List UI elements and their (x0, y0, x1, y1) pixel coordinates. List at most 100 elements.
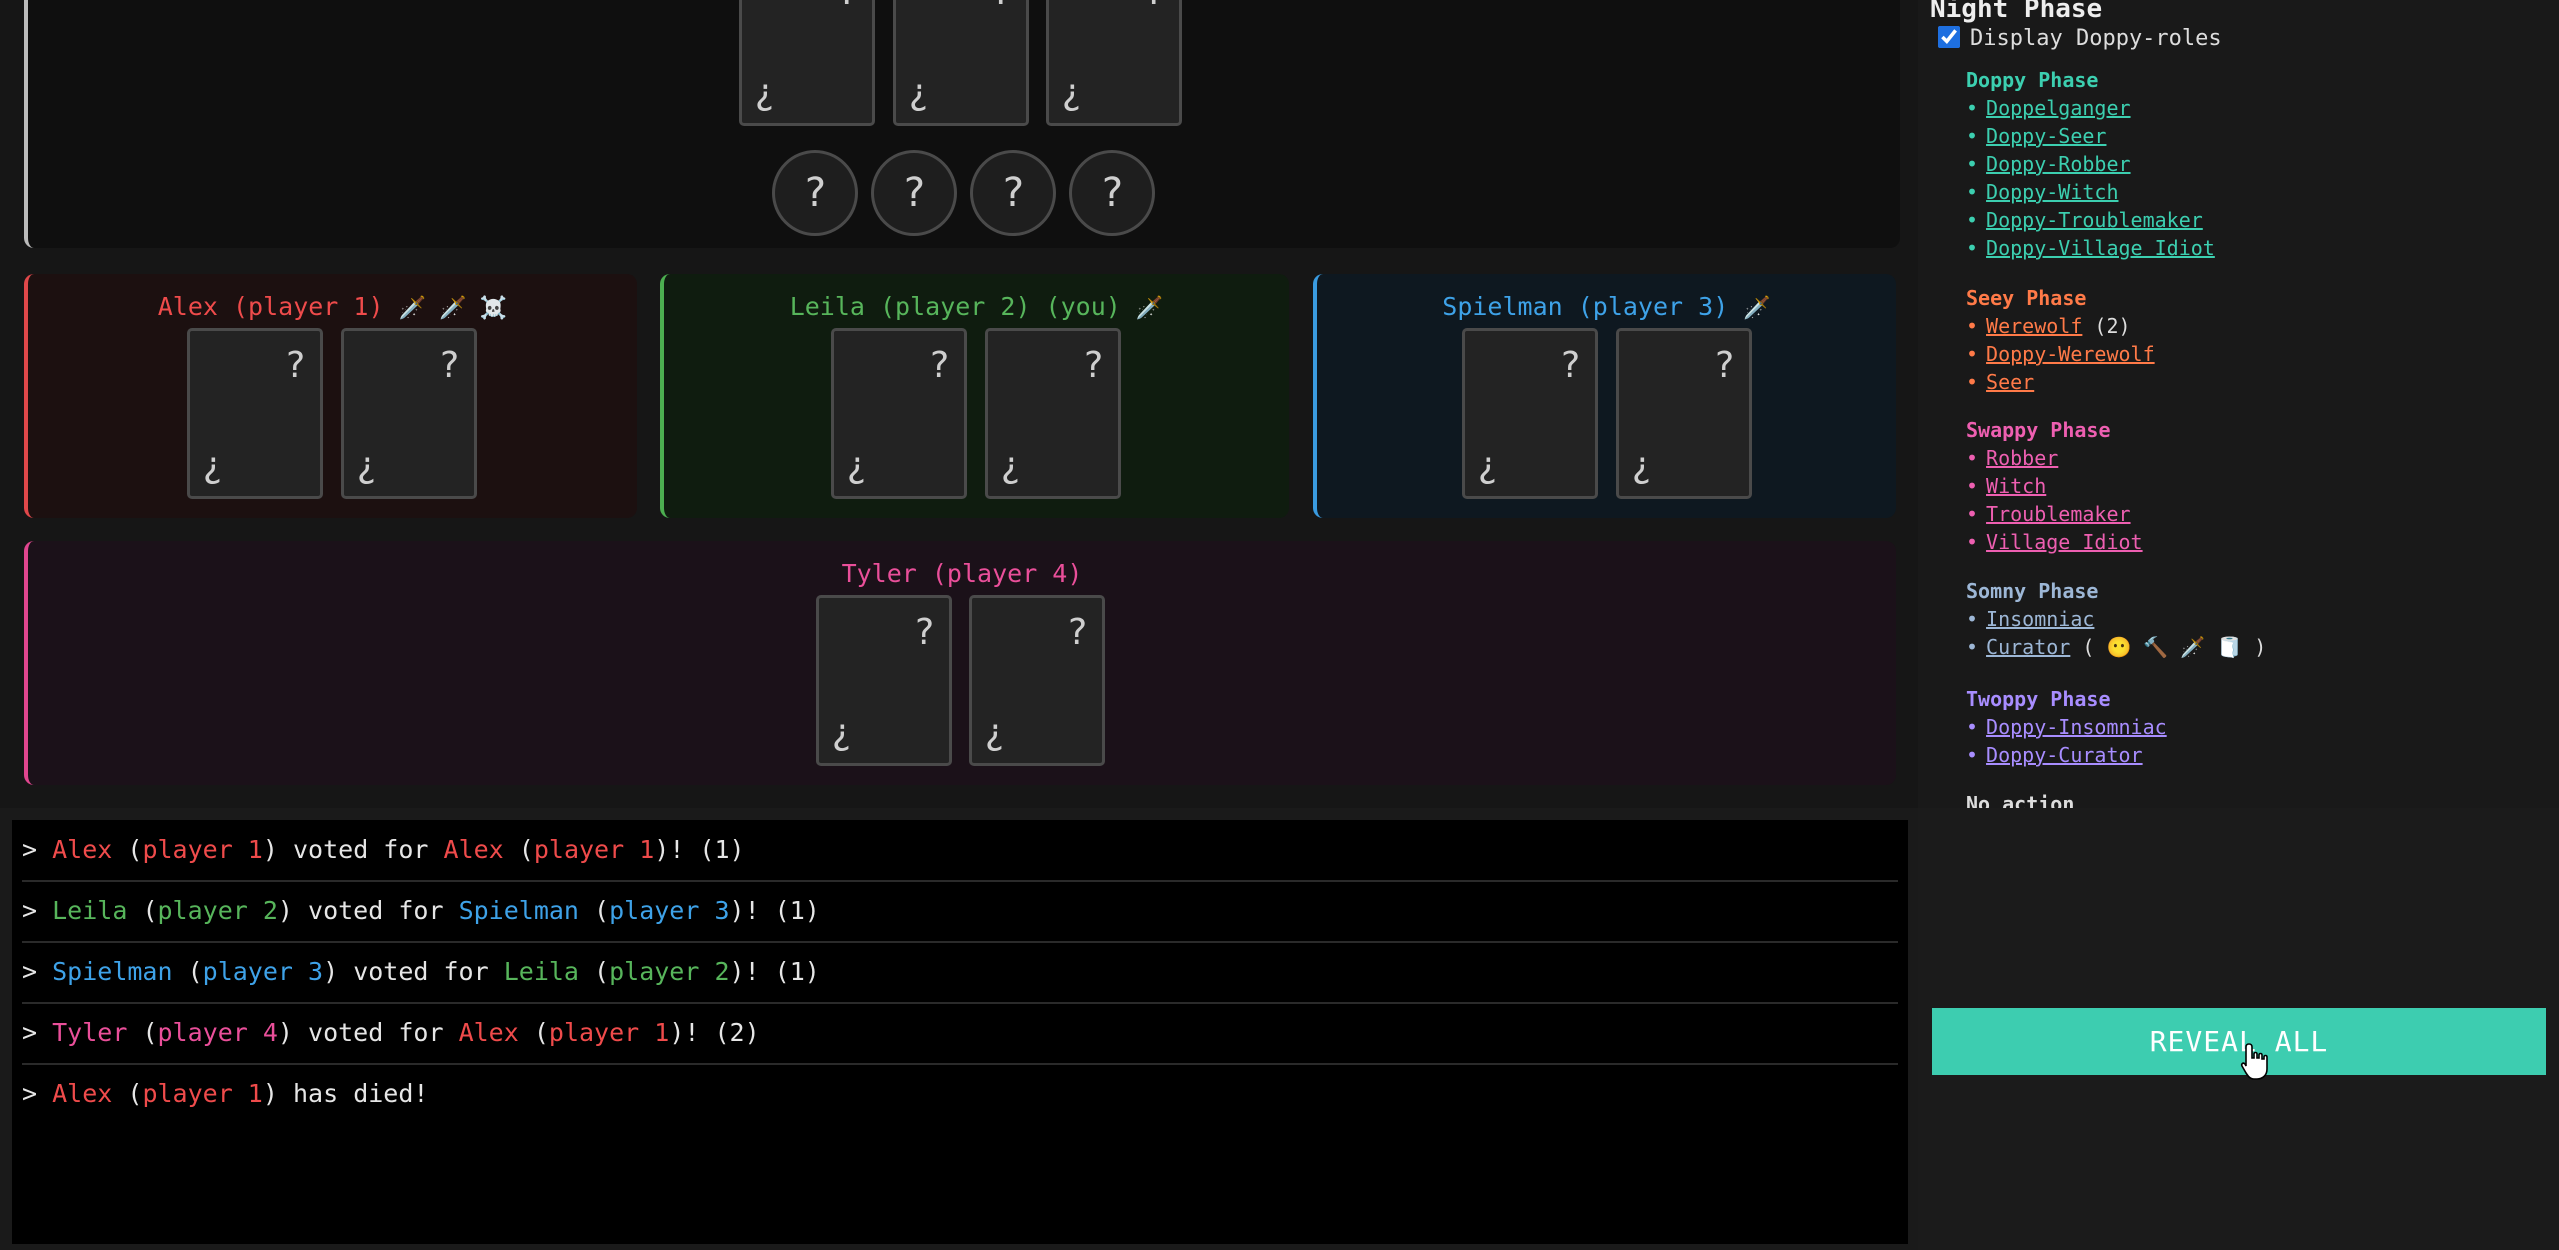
log-vote-count: (1) (774, 957, 820, 986)
role-link-insomniac[interactable]: Insomniac (1986, 607, 2094, 631)
night-phase-title: Night Phase (1930, 0, 2103, 24)
role-link-doppy-werewolf[interactable]: Doppy-Werewolf (1986, 342, 2155, 366)
log-target-player: player 3 (609, 896, 730, 925)
player-name: Spielman (player 3) (1442, 292, 1729, 321)
phase-somny: Somny Phase • Insomniac • Curator ( 😶 🔨 🗡️… (1966, 579, 2267, 659)
player-badges: 🗡️ 🗡️ ☠️ (398, 296, 508, 321)
player-name: Alex (player 1) (157, 292, 384, 321)
player-name: Tyler (player 4) (841, 559, 1083, 588)
player-panel-tyler: Tyler (player 4) ? ¿ ? ¿ (24, 541, 1896, 785)
log-target-name: Spielman (458, 896, 579, 925)
center-token-3[interactable]: ? (970, 150, 1056, 236)
player-card-2[interactable]: ? ¿ (1616, 328, 1752, 499)
player-card-1[interactable]: ? ¿ (831, 328, 967, 499)
player-badges: 🗡️ (1743, 296, 1771, 321)
game-board: ? ¿ ? ¿ ? ¿ ? ? ? ? Alex (player 1) 🗡️ 🗡… (0, 0, 1918, 808)
center-token-4[interactable]: ? (1069, 150, 1155, 236)
card-unknown-mark: ? (1143, 0, 1165, 13)
card-unknown-mark-inverted: ¿ (1000, 445, 1022, 486)
log-dead-name: Alex (52, 1079, 113, 1108)
role-link-doppy-curator[interactable]: Doppy-Curator (1986, 743, 2143, 767)
card-unknown-mark: ? (438, 345, 460, 386)
log-verb: voted for (308, 896, 444, 925)
role-link-troublemaker[interactable]: Troublemaker (1986, 502, 2131, 526)
log-voter-name: Alex (52, 835, 113, 864)
log-target-name: Alex (458, 1018, 519, 1047)
card-unknown-mark: ? (1713, 345, 1735, 386)
log-line-vote: > Alex (player 1) voted for Alex (player… (22, 820, 1898, 882)
role-link-doppy-village-idiot[interactable]: Doppy-Village Idiot (1986, 236, 2215, 260)
player-card-1[interactable]: ? ¿ (1462, 328, 1598, 499)
log-verb: voted for (292, 835, 429, 864)
log-voter-player: player 1 (142, 835, 263, 864)
role-link-doppy-troublemaker[interactable]: Doppy-Troublemaker (1986, 208, 2203, 232)
role-link-witch[interactable]: Witch (1986, 474, 2046, 498)
player-panel-leila: Leila (player 2) (you) 🗡️ ? ¿ ? ¿ (660, 274, 1289, 518)
card-unknown-mark-inverted: ¿ (754, 72, 776, 113)
card-unknown-mark: ? (1559, 345, 1581, 386)
role-link-doppy-insomniac[interactable]: Doppy-Insomniac (1986, 715, 2167, 739)
log-prompt: > (22, 957, 38, 986)
phase-swappy: Swappy Phase • Robber • Witch • Troublemake… (1966, 418, 2143, 554)
phase-doppy: Doppy Phase • Doppelganger • Doppy-Seer • D… (1966, 68, 2215, 260)
player-card-1[interactable]: ? ¿ (187, 328, 323, 499)
player-name-row: Leila (player 2) (you) 🗡️ (664, 292, 1289, 321)
role-link-village-idiot[interactable]: Village Idiot (1986, 530, 2143, 554)
log-voter-name: Tyler (52, 1018, 128, 1047)
card-unknown-mark: ? (836, 0, 858, 13)
player-card-2[interactable]: ? ¿ (341, 328, 477, 499)
player-name: Leila (player 2) (you) (789, 292, 1121, 321)
log-target-player: player 2 (609, 957, 730, 986)
center-card-2[interactable]: ? ¿ (893, 0, 1029, 126)
log-voter-name: Leila (52, 896, 128, 925)
curator-tokens: ( 😶 🔨 🗡️ 🧻 ) (2082, 635, 2267, 659)
role-link-seer[interactable]: Seer (1986, 370, 2034, 394)
log-vote-count: (1) (774, 896, 820, 925)
role-link-doppy-robber[interactable]: Doppy-Robber (1986, 152, 2131, 176)
phase-title: Somny Phase (1966, 579, 2099, 603)
log-target-name: Leila (503, 957, 579, 986)
card-unknown-mark: ? (990, 0, 1012, 13)
card-unknown-mark-inverted: ¿ (1061, 72, 1083, 113)
log-vote-count: (1) (699, 835, 745, 864)
log-verb: voted for (353, 957, 489, 986)
role-link-werewolf[interactable]: Werewolf (1986, 314, 2082, 338)
player-card-2[interactable]: ? ¿ (985, 328, 1121, 499)
display-doppy-roles-toggle[interactable]: Display Doppy-roles (1938, 26, 2222, 51)
display-doppy-roles-label: Display Doppy-roles (1970, 26, 2222, 51)
hand-cursor-icon (2240, 1043, 2268, 1080)
log-line-death: > Alex (player 1) has died! (22, 1079, 429, 1108)
night-phase-panel[interactable]: Night Phase Display Doppy-roles Doppy Ph… (1918, 0, 2559, 808)
center-token-1[interactable]: ? (772, 150, 858, 236)
role-link-robber[interactable]: Robber (1986, 446, 2058, 470)
card-unknown-mark: ? (284, 345, 306, 386)
phase-twoppy: Twoppy Phase • Doppy-Insomniac • Doppy-Cur… (1966, 687, 2167, 767)
center-card-1[interactable]: ? ¿ (739, 0, 875, 126)
player-badges: 🗡️ (1135, 296, 1164, 321)
player-name-row: Tyler (player 4) (28, 559, 1896, 588)
log-line-vote: > Tyler (player 4) voted for Alex (playe… (22, 1003, 1898, 1065)
card-unknown-mark-inverted: ¿ (984, 712, 1006, 753)
center-token-2[interactable]: ? (871, 150, 957, 236)
log-death-text: has died! (292, 1079, 429, 1108)
log-verb: voted for (308, 1018, 444, 1047)
role-link-doppy-seer[interactable]: Doppy-Seer (1986, 124, 2106, 148)
reveal-all-button[interactable]: REVEAL ALL (1932, 1008, 2546, 1075)
phase-title: Twoppy Phase (1966, 687, 2111, 711)
player-name-row: Alex (player 1) 🗡️ 🗡️ ☠️ (28, 292, 637, 321)
role-link-curator[interactable]: Curator (1986, 635, 2070, 659)
center-card-3[interactable]: ? ¿ (1046, 0, 1182, 126)
card-unknown-mark: ? (928, 345, 950, 386)
game-log[interactable]: > Alex (player 1) voted for Alex (player… (12, 820, 1908, 1244)
log-line-vote: > Spielman (player 3) voted for Leila (p… (22, 942, 1898, 1004)
log-prompt: > (22, 896, 38, 925)
player-card-1[interactable]: ? ¿ (816, 595, 952, 766)
card-unknown-mark-inverted: ¿ (356, 445, 378, 486)
display-doppy-roles-checkbox[interactable] (1938, 26, 1960, 48)
card-unknown-mark: ? (1066, 612, 1088, 653)
phase-title: Doppy Phase (1966, 68, 2099, 92)
player-card-2[interactable]: ? ¿ (969, 595, 1105, 766)
role-link-doppelganger[interactable]: Doppelganger (1986, 96, 2131, 120)
player-name-row: Spielman (player 3) 🗡️ (1317, 292, 1896, 321)
role-link-doppy-witch[interactable]: Doppy-Witch (1986, 180, 2118, 204)
